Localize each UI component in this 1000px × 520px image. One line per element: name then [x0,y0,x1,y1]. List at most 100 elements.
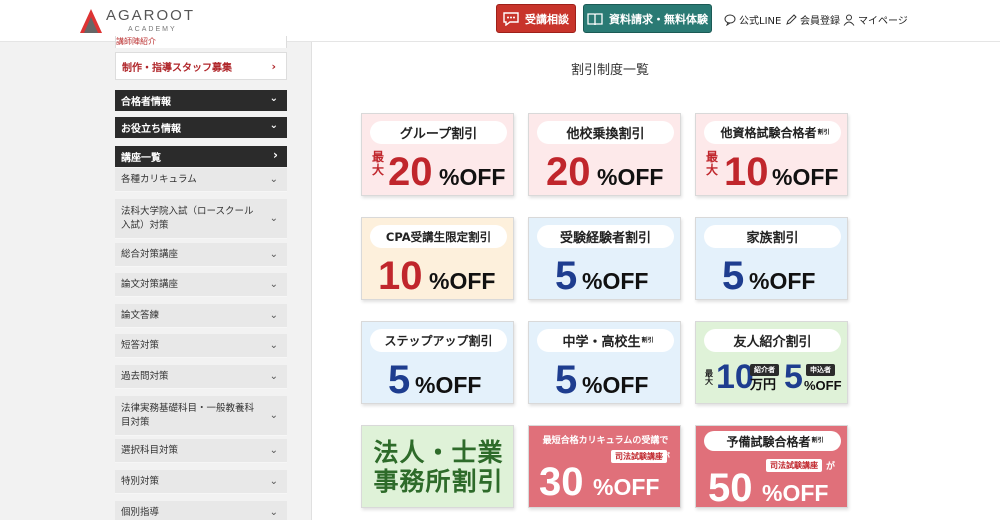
discount-card-shortest[interactable]: 最短合格カリキュラムの受講で 司法試験講座 が 30 %OFF [528,425,681,508]
discount-card-transfer[interactable]: 他校乗換割引 20 %OFF [528,113,681,196]
off-label: %OFF [593,474,660,500]
off-label: %OFF [804,378,842,393]
max-label: 最大 [371,150,384,177]
discount-value: 20 [388,150,433,194]
off-label: %OFF [429,268,496,294]
chevron-down-icon: ⌄ [269,409,278,421]
sidebar-item-practical[interactable]: 法律実務基礎科目・一般教養科目対策 ⌄ [115,396,287,436]
mypage-link-label: マイページ [858,16,908,27]
ga-label: が [661,453,671,463]
discount-value: 10 [724,150,769,194]
discount-card-cpa[interactable]: CPA受講生限定割引 10 %OFF [361,217,514,300]
discount-card-referral[interactable]: 友人紹介割引 最大 10 紹介者 万円 5 申込者 %OFF [695,321,848,404]
book-icon [587,12,603,25]
sidebar-category-label: お役立ち情報 [121,124,181,135]
chevron-down-icon: ⌄ [269,444,278,456]
card-title: CPA受講生限定割引 [370,225,507,248]
consult-button-label: 受講相談 [525,12,569,26]
sidebar-item-essay[interactable]: 論文対策講座 ⌄ [115,273,287,297]
chevron-down-icon: ⌄ [269,370,278,382]
sidebar-category-courses[interactable]: 講座一覧 › [115,146,287,167]
chevron-down-icon: ⌄ [269,173,278,185]
sidebar-partial-item[interactable]: 講師陣紹介 [115,36,287,48]
card-title: 友人紹介割引 [704,329,841,352]
chevron-down-icon: ⌄ [269,212,278,224]
register-link[interactable]: 会員登録 [785,12,840,27]
sidebar-item-recruit[interactable]: 制作・指導スタッフ募集 › [115,52,287,80]
discount-value: 5 [555,358,578,402]
sidebar-item-elective[interactable]: 選択科目対策 ⌄ [115,439,287,463]
card-title: 受験経験者割引 [537,225,674,248]
chat-icon [503,11,519,26]
register-link-label: 会員登録 [800,16,840,27]
discount-value: 20 [546,150,591,194]
sidebar-item-lawschool[interactable]: 法科大学院入試（ロースクール入試）対策 ⌄ [115,199,287,239]
discount-value: 30 [539,460,584,504]
card-title: 中学・高校生 割引 [537,329,674,352]
referrer-label: 紹介者 [750,364,779,376]
discount-card-experienced[interactable]: 受験経験者割引 5 %OFF [528,217,681,300]
logo[interactable]: AGAROOT ACADEMY [80,4,195,36]
pencil-icon [786,13,797,25]
course-label: 司法試験講座 [766,459,822,472]
chevron-down-icon: ⌄ [269,475,278,487]
chevron-down-icon: ⌄ [269,93,278,104]
mypage-link[interactable]: マイページ [843,12,908,27]
consult-button[interactable]: 受講相談 [496,4,576,33]
ga-label: が [826,462,836,472]
off-label: %OFF [582,268,649,294]
card-title: ステップアップ割引 [370,329,507,352]
discount-card-corporate[interactable]: 法人・士業 事務所割引 [361,425,514,508]
referrer-value: 10 [716,358,754,396]
discount-value: 10 [378,254,423,298]
line-link-label: 公式LINE [739,16,782,27]
chevron-down-icon: ⌄ [269,120,278,131]
off-label: %OFF [762,480,829,506]
sidebar-category-label: 合格者情報 [121,97,171,108]
sidebar-item-general[interactable]: 総合対策講座 ⌄ [115,243,287,267]
chevron-right-icon: › [273,148,278,162]
logo-text: AGAROOT [106,6,196,24]
sidebar-item-private[interactable]: 個別指導 ⌄ [115,501,287,520]
request-button[interactable]: 資料請求・無料体験 [583,4,712,33]
off-label: %OFF [749,268,816,294]
off-label: %OFF [582,372,649,398]
logo-subtext: ACADEMY [128,25,177,33]
sidebar-item-special[interactable]: 特別対策 ⌄ [115,470,287,494]
sidebar: 講師陣紹介 制作・指導スタッフ募集 › 合格者情報 ⌄ お役立ち情報 ⌄ 講座一… [0,36,312,520]
discount-value: 5 [388,358,411,402]
course-label: 司法試験講座 [611,450,667,463]
off-label: %OFF [772,164,839,190]
max-label: 最大 [705,150,718,177]
referrer-unit: 万円 [750,377,777,392]
sidebar-category-tips[interactable]: お役立ち情報 ⌄ [115,117,287,138]
discount-value: 5 [722,254,745,298]
off-label: %OFF [415,372,482,398]
discount-card-stepup[interactable]: ステップアップ割引 5 %OFF [361,321,514,404]
sidebar-item-essay-practice[interactable]: 論文答練 ⌄ [115,304,287,328]
discount-card-other-license[interactable]: 他資格試験合格者 割引 最大 10 %OFF [695,113,848,196]
discount-card-student[interactable]: 中学・高校生 割引 5 %OFF [528,321,681,404]
chevron-down-icon: ⌄ [269,309,278,321]
off-label: %OFF [439,164,506,190]
discount-card-preliminary[interactable]: 予備試験合格者 割引 司法試験講座 が 50 %OFF [695,425,848,508]
discount-card-family[interactable]: 家族割引 5 %OFF [695,217,848,300]
logo-triangle-icon [80,9,102,33]
chevron-right-icon: › [271,60,276,73]
chevron-down-icon: ⌄ [269,248,278,260]
sidebar-item-past-exams[interactable]: 過去問対策 ⌄ [115,365,287,389]
page-title: 割引制度一覧 [570,63,649,78]
request-button-label: 資料請求・無料体験 [609,12,708,26]
chevron-down-icon: ⌄ [269,278,278,290]
sidebar-category-passers[interactable]: 合格者情報 ⌄ [115,90,287,111]
card-title: グループ割引 [370,121,507,144]
card-headline: 最短合格カリキュラムの受講で [542,436,669,446]
chevron-down-icon: ⌄ [269,506,278,518]
sidebar-item-short-answer[interactable]: 短答対策 ⌄ [115,334,287,358]
line-link[interactable]: 公式LINE [724,12,781,27]
corporate-line2: 事務所割引 [373,466,504,496]
chevron-down-icon: ⌄ [269,339,278,351]
max-label: 最大 [705,369,713,387]
sidebar-item-curriculum[interactable]: 各種カリキュラム ⌄ [115,168,287,192]
discount-card-group[interactable]: グループ割引 最大 20 %OFF [361,113,514,196]
